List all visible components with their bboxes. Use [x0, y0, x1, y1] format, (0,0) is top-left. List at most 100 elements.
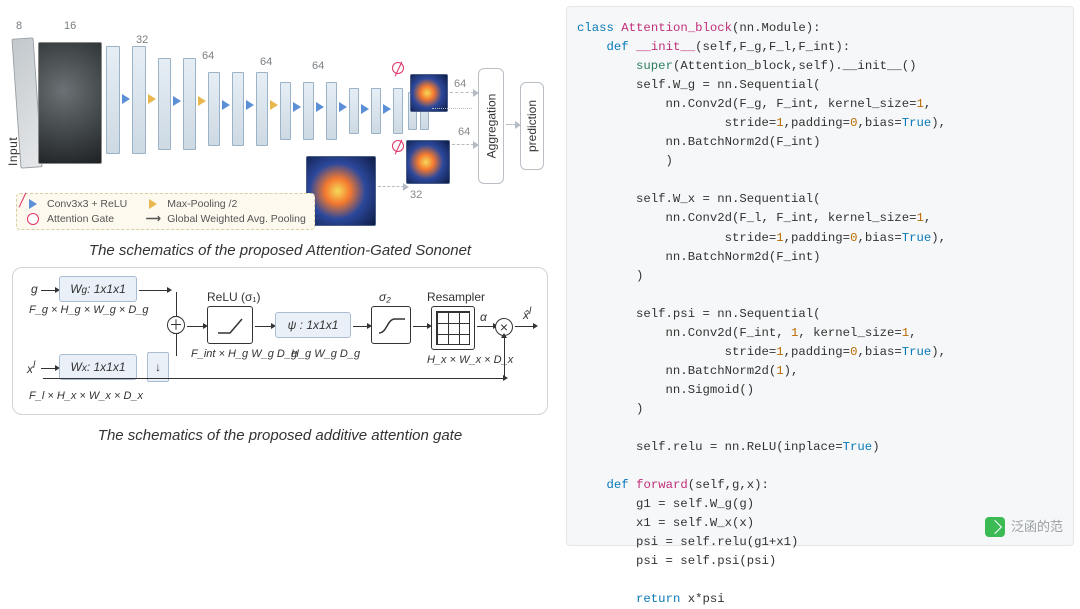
arrow [506, 124, 516, 125]
conv-icon [173, 96, 181, 106]
attention-gate-icon [392, 140, 404, 152]
arrow [176, 292, 177, 316]
conv-icon [339, 102, 347, 112]
sononet-caption: The schematics of the proposed Attention… [12, 242, 548, 259]
xl-input: xl [27, 360, 35, 376]
attention-map [410, 74, 448, 112]
maxpool-icon [270, 100, 278, 110]
legend-item: Attention Gate [25, 213, 127, 225]
grid-icon [436, 311, 470, 345]
arrow [41, 290, 55, 291]
conv-slab [183, 58, 196, 150]
relu-box [207, 306, 253, 344]
conv-slab [158, 58, 171, 150]
arrow [452, 144, 474, 145]
left-column: Input 8 16 32 64 64 64 [0, 0, 560, 552]
conv-icon [293, 102, 301, 112]
relu-label: ReLU (σ₁) [207, 290, 260, 304]
conv-slab [256, 72, 268, 146]
channel-32: 32 [410, 189, 422, 201]
sigmoid-curve-icon [377, 315, 407, 337]
conv-icon [122, 94, 130, 104]
arrow [413, 326, 427, 327]
feature-stages: 64 64 32 Aggregation prediction [106, 44, 516, 204]
wechat-icon [985, 517, 1005, 537]
resampler-label: Resampler [427, 290, 485, 304]
aggregation-box: Aggregation [478, 68, 504, 184]
conv-icon [246, 100, 254, 110]
attention-gate-icon [392, 62, 404, 74]
sigmoid-box [371, 306, 411, 344]
aggregation-label: Aggregation [484, 94, 498, 159]
legend-label: Attention Gate [47, 213, 114, 225]
g-input: g [31, 282, 38, 296]
input-label: Input [6, 137, 20, 166]
conv-slab [349, 88, 359, 134]
arrow [176, 334, 177, 356]
sononet-diagram: Input 8 16 32 64 64 64 [12, 8, 548, 238]
arrow [477, 326, 493, 327]
conv-slab [208, 72, 220, 146]
conv-icon [222, 100, 230, 110]
psi-text: ψ : 1x1x1 [288, 318, 339, 332]
skip-line [43, 378, 503, 379]
legend-label: Global Weighted Avg. Pooling [167, 213, 306, 225]
channel-label: 8 [16, 20, 22, 32]
conv-slab [393, 88, 403, 134]
gate-caption: The schematics of the proposed additive … [12, 427, 548, 444]
prediction-label: prediction [525, 100, 539, 152]
legend-label: Conv3x3 + ReLU [47, 198, 127, 210]
relu-curve-icon [216, 315, 246, 337]
arrow [504, 338, 505, 378]
conv-slab [303, 82, 314, 140]
input-image [38, 42, 102, 164]
arrow [41, 368, 55, 369]
wx-text: Wx: 1x1x1 [70, 360, 125, 374]
hgwgdg-label: H_g W_g D_g [291, 348, 360, 360]
fl-label: F_l × H_x × W_x × D_x [29, 390, 143, 402]
arrow [187, 326, 203, 327]
legend-label: Max-Pooling /2 [167, 198, 237, 210]
xhat-output: x̂l [523, 306, 531, 322]
conv-icon [361, 104, 369, 114]
prediction-box: prediction [520, 82, 544, 170]
conv-icon [383, 104, 391, 114]
alpha-label: α [480, 310, 487, 324]
arrow [255, 326, 271, 327]
fg-label: F_g × H_g × W_g × D_g [29, 304, 149, 316]
psi-box: ψ : 1x1x1 [275, 312, 351, 338]
wx-box: Wx: 1x1x1 [59, 354, 137, 380]
conv-slab [132, 46, 146, 154]
channel-64: 64 [454, 78, 466, 90]
conv-slab [280, 82, 291, 140]
maxpool-icon [148, 94, 156, 104]
channel-64: 64 [458, 126, 470, 138]
right-column: class Attention_block(nn.Module): def __… [560, 0, 1080, 552]
channel-label: 16 [64, 20, 76, 32]
conv-slab [106, 46, 120, 154]
arrow [353, 326, 367, 327]
conv-icon [316, 102, 324, 112]
maxpool-icon [198, 96, 206, 106]
add-op-icon: ＋ [167, 316, 185, 334]
attention-map [306, 156, 376, 226]
legend-item: ⟶Global Weighted Avg. Pooling [145, 213, 306, 225]
attention-map [406, 140, 450, 184]
hxwxdx-label: H_x × W_x × D_x [427, 354, 513, 366]
arrow [515, 326, 533, 327]
legend: Conv3x3 + ReLU Max-Pooling /2 Attention … [16, 193, 315, 230]
fint-label: F_int × H_g W_g D_g [191, 348, 297, 360]
code-panel: class Attention_block(nn.Module): def __… [566, 6, 1074, 546]
conv-slab [326, 82, 337, 140]
sigma2-label: σ₂ [379, 290, 391, 304]
conv-slab [232, 72, 244, 146]
resampler-box [431, 306, 475, 350]
wg-box: Wg: 1x1x1 [59, 276, 137, 302]
legend-item: Conv3x3 + ReLU [25, 198, 127, 210]
arrow [450, 92, 474, 93]
attention-gate-diagram: g Wg: 1x1x1 F_g × H_g × W_g × D_g xl Wx:… [12, 267, 548, 415]
watermark-text: 泛函的范 [1011, 517, 1063, 537]
arrow [139, 290, 167, 291]
arrow [378, 186, 404, 187]
sononet-panel: Input 8 16 32 64 64 64 [12, 8, 548, 259]
